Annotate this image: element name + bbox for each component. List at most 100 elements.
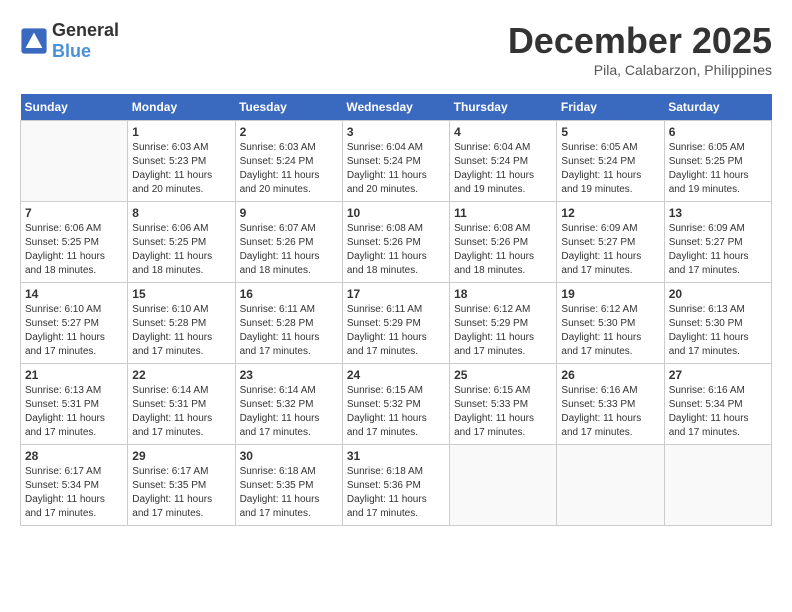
calendar-cell: 24Sunrise: 6:15 AM Sunset: 5:32 PM Dayli… [342,364,449,445]
day-number: 9 [240,206,338,220]
day-info: Sunrise: 6:18 AM Sunset: 5:36 PM Dayligh… [347,465,445,521]
day-info: Sunrise: 6:06 AM Sunset: 5:25 PM Dayligh… [132,222,230,278]
calendar-cell [21,121,128,202]
day-number: 29 [132,449,230,463]
day-info: Sunrise: 6:18 AM Sunset: 5:35 PM Dayligh… [240,465,338,521]
calendar-cell: 13 Sunrise: 6:09 AM Sunset: 5:27 PM Dayli… [664,202,771,283]
week-row-4: 21 Sunrise: 6:13 AM Sunset: 5:31 PM Dayli… [21,364,772,445]
logo-blue-text: Blue [52,41,91,61]
calendar-cell: 26 Sunrise: 6:16 AM Sunset: 5:33 PM Dayli… [557,364,664,445]
week-row-5: 28 Sunrise: 6:17 AM Sunset: 5:34 PM Dayli… [21,445,772,526]
calendar-cell: 11 Sunrise: 6:08 AM Sunset: 5:26 PM Dayli… [450,202,557,283]
day-info: Sunrise: 6:17 AM Sunset: 5:35 PM Dayligh… [132,465,230,521]
calendar-cell: 20Sunrise: 6:13 AM Sunset: 5:30 PM Dayli… [664,283,771,364]
column-headers: SundayMondayTuesdayWednesdayThursdayFrid… [21,94,772,121]
day-info: Sunrise: 6:05 AM Sunset: 5:25 PM Dayligh… [669,141,767,197]
day-number: 23 [240,368,338,382]
day-number: 13 [669,206,767,220]
month-year-title: December 2025 [508,20,772,62]
logo-general-text: General [52,20,119,40]
calendar-cell: 22 Sunrise: 6:14 AM Sunset: 5:31 PM Dayli… [128,364,235,445]
week-row-2: 7 Sunrise: 6:06 AM Sunset: 5:25 PM Daylig… [21,202,772,283]
day-number: 8 [132,206,230,220]
calendar-cell: 2 Sunrise: 6:03 AM Sunset: 5:24 PM Daylig… [235,121,342,202]
column-header-saturday: Saturday [664,94,771,121]
day-info: Sunrise: 6:12 AM Sunset: 5:29 PM Dayligh… [454,303,552,359]
day-number: 28 [25,449,123,463]
calendar-cell: 29 Sunrise: 6:17 AM Sunset: 5:35 PM Dayli… [128,445,235,526]
calendar-cell [664,445,771,526]
day-info: Sunrise: 6:16 AM Sunset: 5:34 PM Dayligh… [669,384,767,440]
day-info: Sunrise: 6:10 AM Sunset: 5:28 PM Dayligh… [132,303,230,359]
calendar-cell: 8 Sunrise: 6:06 AM Sunset: 5:25 PM Daylig… [128,202,235,283]
day-info: Sunrise: 6:15 AM Sunset: 5:33 PM Dayligh… [454,384,552,440]
column-header-friday: Friday [557,94,664,121]
day-info: Sunrise: 6:14 AM Sunset: 5:32 PM Dayligh… [240,384,338,440]
day-number: 7 [25,206,123,220]
day-number: 15 [132,287,230,301]
day-info: Sunrise: 6:03 AM Sunset: 5:24 PM Dayligh… [240,141,338,197]
calendar-table: SundayMondayTuesdayWednesdayThursdayFrid… [20,94,772,526]
calendar-cell [450,445,557,526]
week-row-1: 1 Sunrise: 6:03 AM Sunset: 5:23 PM Daylig… [21,121,772,202]
calendar-cell: 12Sunrise: 6:09 AM Sunset: 5:27 PM Dayli… [557,202,664,283]
day-number: 22 [132,368,230,382]
day-info: Sunrise: 6:13 AM Sunset: 5:31 PM Dayligh… [25,384,123,440]
logo: General Blue [20,20,119,62]
calendar-cell: 6 Sunrise: 6:05 AM Sunset: 5:25 PM Daylig… [664,121,771,202]
day-info: Sunrise: 6:09 AM Sunset: 5:27 PM Dayligh… [669,222,767,278]
day-info: Sunrise: 6:07 AM Sunset: 5:26 PM Dayligh… [240,222,338,278]
column-header-tuesday: Tuesday [235,94,342,121]
day-number: 21 [25,368,123,382]
calendar-cell [557,445,664,526]
day-number: 18 [454,287,552,301]
column-header-wednesday: Wednesday [342,94,449,121]
day-number: 6 [669,125,767,139]
calendar-cell: 10Sunrise: 6:08 AM Sunset: 5:26 PM Dayli… [342,202,449,283]
logo-icon [20,27,48,55]
day-number: 17 [347,287,445,301]
day-number: 2 [240,125,338,139]
day-number: 5 [561,125,659,139]
day-number: 14 [25,287,123,301]
day-number: 26 [561,368,659,382]
calendar-cell: 5 Sunrise: 6:05 AM Sunset: 5:24 PM Daylig… [557,121,664,202]
calendar-cell: 30 Sunrise: 6:18 AM Sunset: 5:35 PM Dayli… [235,445,342,526]
day-info: Sunrise: 6:04 AM Sunset: 5:24 PM Dayligh… [454,141,552,197]
day-info: Sunrise: 6:16 AM Sunset: 5:33 PM Dayligh… [561,384,659,440]
calendar-cell: 3Sunrise: 6:04 AM Sunset: 5:24 PM Daylig… [342,121,449,202]
day-number: 10 [347,206,445,220]
calendar-cell: 9 Sunrise: 6:07 AM Sunset: 5:26 PM Daylig… [235,202,342,283]
calendar-cell: 7 Sunrise: 6:06 AM Sunset: 5:25 PM Daylig… [21,202,128,283]
day-number: 20 [669,287,767,301]
day-number: 11 [454,206,552,220]
day-number: 19 [561,287,659,301]
week-row-3: 14Sunrise: 6:10 AM Sunset: 5:27 PM Dayli… [21,283,772,364]
day-info: Sunrise: 6:17 AM Sunset: 5:34 PM Dayligh… [25,465,123,521]
day-info: Sunrise: 6:06 AM Sunset: 5:25 PM Dayligh… [25,222,123,278]
title-area: December 2025 Pila, Calabarzon, Philippi… [508,20,772,78]
day-info: Sunrise: 6:03 AM Sunset: 5:23 PM Dayligh… [132,141,230,197]
day-info: Sunrise: 6:05 AM Sunset: 5:24 PM Dayligh… [561,141,659,197]
calendar-cell: 25 Sunrise: 6:15 AM Sunset: 5:33 PM Dayli… [450,364,557,445]
column-header-monday: Monday [128,94,235,121]
calendar-cell: 17 Sunrise: 6:11 AM Sunset: 5:29 PM Dayli… [342,283,449,364]
day-number: 25 [454,368,552,382]
day-info: Sunrise: 6:15 AM Sunset: 5:32 PM Dayligh… [347,384,445,440]
day-info: Sunrise: 6:14 AM Sunset: 5:31 PM Dayligh… [132,384,230,440]
day-info: Sunrise: 6:11 AM Sunset: 5:29 PM Dayligh… [347,303,445,359]
calendar-cell: 31 Sunrise: 6:18 AM Sunset: 5:36 PM Dayli… [342,445,449,526]
calendar-cell: 15 Sunrise: 6:10 AM Sunset: 5:28 PM Dayli… [128,283,235,364]
calendar-cell: 1 Sunrise: 6:03 AM Sunset: 5:23 PM Daylig… [128,121,235,202]
day-info: Sunrise: 6:12 AM Sunset: 5:30 PM Dayligh… [561,303,659,359]
day-info: Sunrise: 6:08 AM Sunset: 5:26 PM Dayligh… [454,222,552,278]
day-number: 30 [240,449,338,463]
calendar-cell: 14Sunrise: 6:10 AM Sunset: 5:27 PM Dayli… [21,283,128,364]
day-number: 1 [132,125,230,139]
day-info: Sunrise: 6:11 AM Sunset: 5:28 PM Dayligh… [240,303,338,359]
page-header: General Blue December 2025 Pila, Calabar… [20,20,772,78]
column-header-thursday: Thursday [450,94,557,121]
day-number: 3 [347,125,445,139]
day-number: 31 [347,449,445,463]
calendar-cell: 23 Sunrise: 6:14 AM Sunset: 5:32 PM Dayli… [235,364,342,445]
